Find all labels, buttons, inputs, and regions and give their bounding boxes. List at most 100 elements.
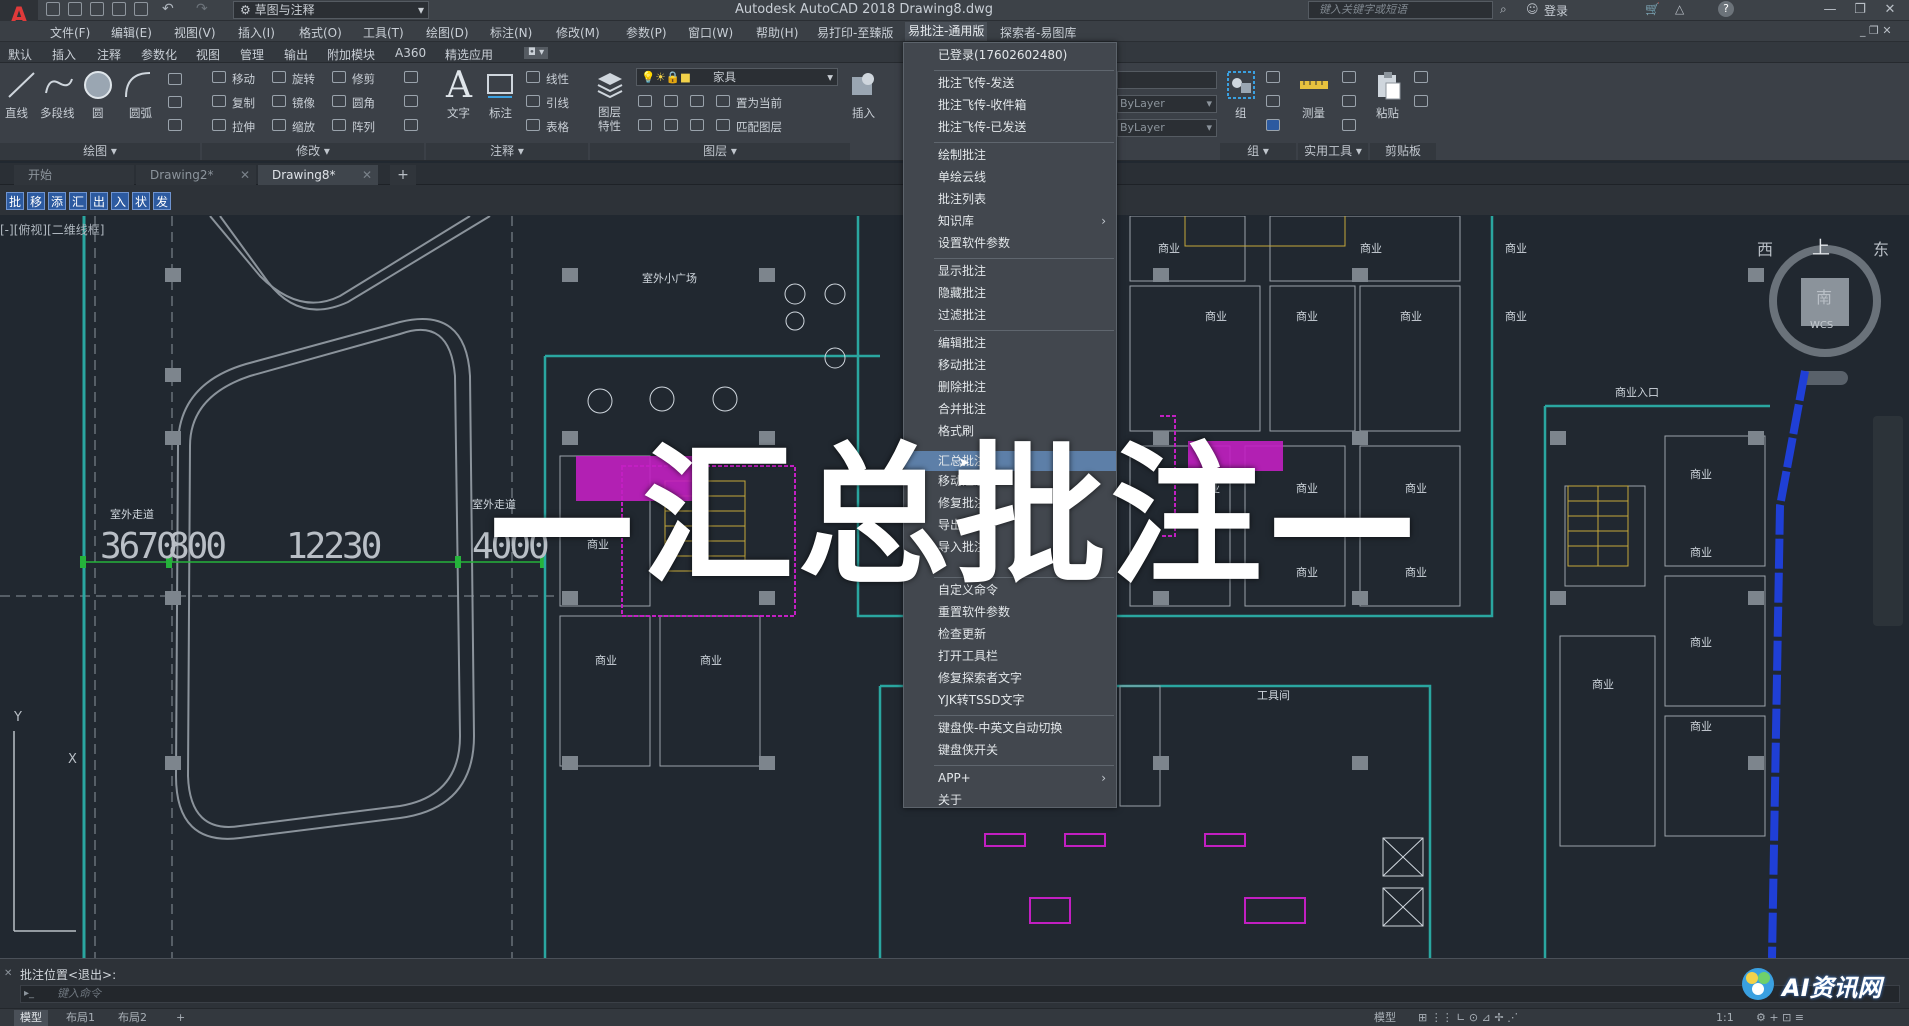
line-tool-label[interactable]: 直线 [5,105,28,121]
menu-format[interactable]: 格式(O) [299,24,342,41]
circle-tool-label[interactable]: 圆 [92,105,104,121]
menu-flight-sent[interactable]: 批注飞传-已发送 [904,117,1116,137]
layout-tab-2[interactable]: 布局2 [112,1010,153,1026]
menu-draw-annotation[interactable]: 绘制批注 [904,145,1116,165]
command-icon[interactable]: ▸_ [24,988,34,999]
menu-app-plus[interactable]: APP+ › [904,768,1116,788]
menu-draw[interactable]: 绘图(D) [426,24,469,41]
redo-icon[interactable]: ↷ [196,1,208,17]
fillet-icon[interactable] [332,95,346,107]
trim-tool[interactable]: 修剪 [352,71,375,87]
viewcube-wcs[interactable]: WCS [1810,320,1833,331]
group-tool-label[interactable]: 组 [1235,105,1247,121]
dimension-tool-label[interactable]: 标注 [489,105,512,121]
linear-dim-icon[interactable] [526,71,540,83]
exchange-icon[interactable]: △ [1675,2,1684,16]
layer-merge-icon[interactable] [664,119,678,131]
table-icon[interactable] [526,119,540,131]
doc-tab-start[interactable]: 开始 [14,165,134,185]
login-link[interactable]: 登录 [1544,2,1568,19]
group-icon[interactable] [1225,69,1257,101]
utilities-panel-title[interactable]: 实用工具 ▾ [1298,143,1368,160]
menu-explorer-library[interactable]: 探索者-易图库 [1000,24,1076,41]
ribbon-tab-annotate[interactable]: 注释 [97,46,121,63]
group-edit-icon[interactable] [1266,95,1280,107]
toolbar-btn-summary[interactable]: 汇 [69,192,87,210]
array-tool[interactable]: 阵列 [352,119,375,135]
scale-tool[interactable]: 缩放 [292,119,315,135]
rectangle-icon[interactable] [168,73,182,85]
viewport-controls-label[interactable]: [-][俯视][二维线框] [0,221,104,238]
close-icon[interactable]: ✕ [4,968,12,979]
menu-view[interactable]: 视图(V) [174,24,216,41]
menu-modify[interactable]: 修改(M) [556,24,600,41]
ribbon-tab-insert[interactable]: 插入 [52,46,76,63]
new-tab-plus-icon[interactable]: + [390,165,416,185]
move-icon[interactable] [212,71,226,83]
modify-panel-title[interactable]: 修改 ▾ [202,143,424,160]
menu-repair-explorer-text[interactable]: 修复探索者文字 [904,668,1116,688]
binoculars-icon[interactable]: ⌕ [1500,2,1507,17]
ribbon-tab-default[interactable]: 默认 [8,46,32,63]
viewcube-top[interactable]: 上 [1812,234,1830,260]
menu-edit[interactable]: 编辑(E) [111,24,152,41]
user-icon[interactable]: ☺ [1526,2,1539,16]
doc-minimize-icon[interactable]: _ ❐ ✕ [1860,24,1892,37]
copy-icon[interactable] [212,95,226,107]
toolbar-btn-import[interactable]: 入 [111,192,129,210]
paste-tool-label[interactable]: 粘贴 [1376,105,1399,121]
mirror-icon[interactable] [272,95,286,107]
arc-icon[interactable] [122,69,154,101]
menu-file[interactable]: 文件(F) [50,24,90,41]
measure-icon[interactable] [1298,69,1330,101]
layer-iso-icon[interactable] [638,95,652,107]
close-icon[interactable]: ✕ [1875,0,1905,20]
toolbar-btn-add[interactable]: 添 [48,192,66,210]
polyline-icon[interactable] [43,69,75,101]
close-icon[interactable]: ✕ [362,165,372,185]
menu-flight-send[interactable]: 批注飞传-发送 [904,73,1116,93]
text-tool-label[interactable]: 文字 [447,105,470,121]
group-select-icon[interactable] [1266,119,1280,131]
erase-icon[interactable] [404,71,418,83]
leader-icon[interactable] [526,95,540,107]
toolbar-btn-export[interactable]: 出 [90,192,108,210]
insert-tool-label[interactable]: 插入 [852,105,875,121]
trim-icon[interactable] [332,71,346,83]
minimize-icon[interactable]: — [1815,0,1845,20]
add-layout-plus-icon[interactable]: + [170,1010,191,1026]
toolbar-btn-status[interactable]: 状 [132,192,150,210]
measure-tool-label[interactable]: 测量 [1302,105,1325,121]
ribbon-tab-addins[interactable]: 附加模块 [327,46,375,63]
text-icon[interactable]: A [446,65,472,106]
explode-icon[interactable] [404,95,418,107]
stretch-icon[interactable] [212,119,226,131]
ribbon-tab-featured[interactable]: 精选应用 [445,46,493,63]
print-icon[interactable] [134,2,148,16]
new-file-icon[interactable] [46,2,60,16]
layer-lock-icon[interactable] [716,95,730,107]
undo-icon[interactable]: ↶ [162,1,174,17]
workspace-dropdown[interactable]: ⚙ 草图与注释 ▾ [233,1,429,19]
rotate-tool[interactable]: 旋转 [292,71,315,87]
viewcube-south[interactable]: 南 [1816,284,1832,308]
restore-icon[interactable]: ❐ [1845,0,1875,20]
copy-tool[interactable]: 复制 [232,95,255,111]
ungroup-icon[interactable] [1266,71,1280,83]
help-icon[interactable]: ? [1718,1,1734,17]
toolbar-btn-annotate[interactable]: 批 [6,192,24,210]
layer-off-icon[interactable] [664,95,678,107]
menu-check-updates[interactable]: 检查更新 [904,624,1116,644]
match-layer-tool[interactable]: 匹配图层 [736,119,782,135]
save-as-icon[interactable] [112,2,126,16]
ribbon-toggle-icon[interactable]: ◘ ▾ [524,47,549,59]
menu-software-settings[interactable]: 设置软件参数 [904,233,1116,253]
menu-dimension[interactable]: 标注(N) [490,24,532,41]
move-tool[interactable]: 移动 [232,71,255,87]
viewcube-north[interactable]: 北 [1816,216,1832,218]
viewcube-west[interactable]: 西 [1757,236,1773,260]
color-dropdown[interactable] [1117,71,1217,89]
line-icon[interactable] [6,69,38,101]
clipboard-panel-title[interactable]: 剪贴板 [1370,143,1436,160]
command-input[interactable]: 键入命令 [20,985,1900,1003]
